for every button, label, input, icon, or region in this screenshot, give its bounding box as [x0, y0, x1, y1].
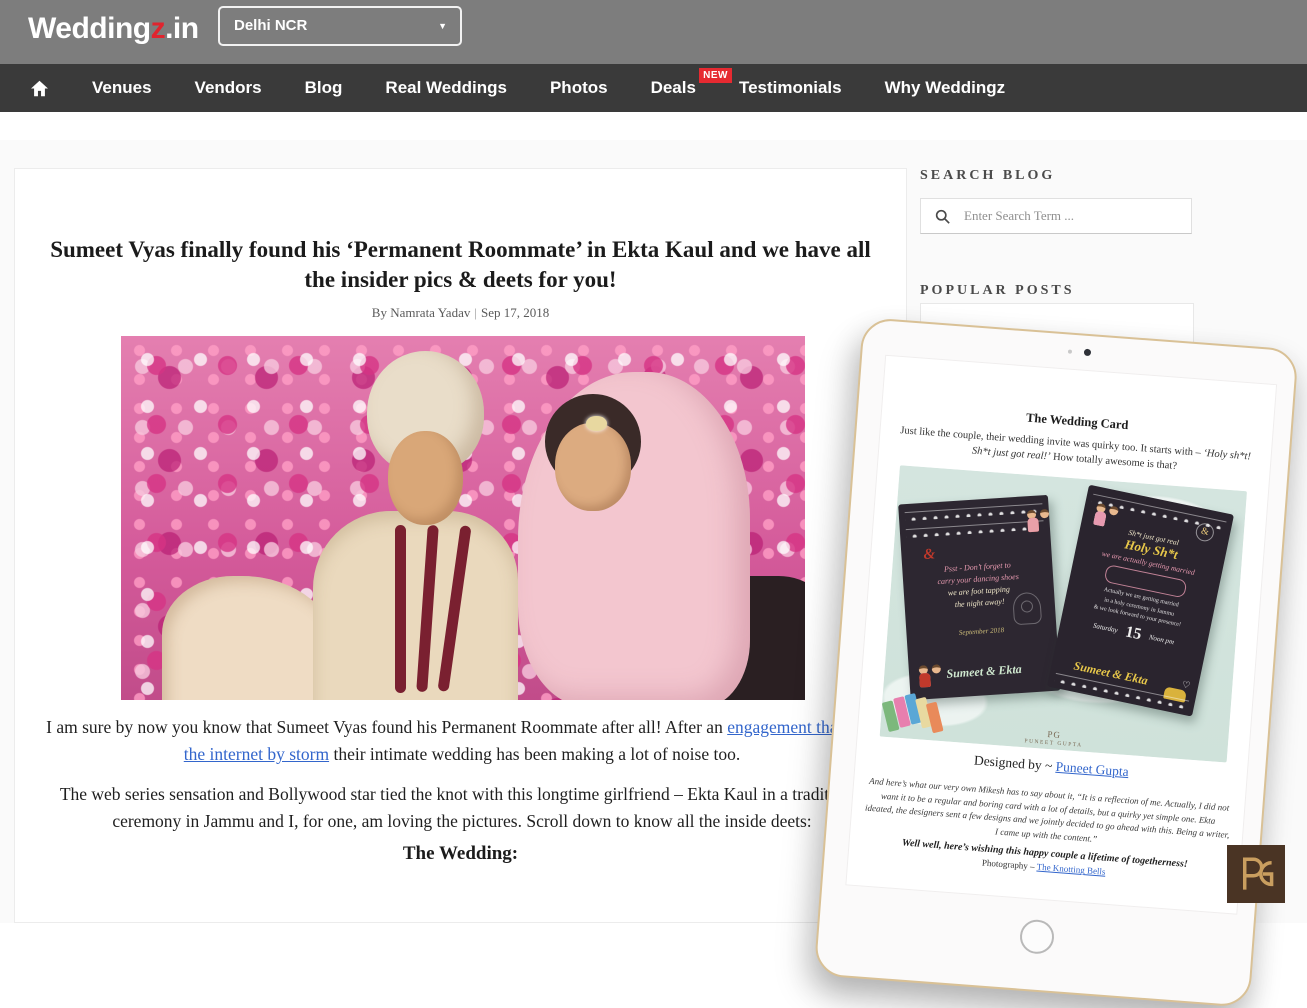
nav-item-real-weddings[interactable]: Real Weddings — [385, 78, 507, 98]
tablet-home-button — [1019, 919, 1055, 955]
site-header: Weddingz.in Delhi NCR ▼ — [0, 0, 1307, 64]
ampersand-monogram: & — [923, 547, 936, 565]
chevron-down-icon: ▼ — [438, 8, 447, 44]
designed-by-label: Designed by ~ — [973, 753, 1056, 774]
blog-search-box[interactable] — [920, 198, 1192, 234]
page-title: Sumeet Vyas finally found his ‘Permanent… — [36, 235, 886, 296]
search-icon — [935, 209, 950, 224]
invite-card-right: & Sh*t just got real Holy Sh*t we are ac… — [1047, 485, 1234, 717]
photo-bride-tikka-shape — [586, 416, 607, 431]
photography-label: Photography – — [982, 858, 1037, 872]
tablet-screen: The Wedding Card Just like the couple, t… — [845, 355, 1277, 915]
byline: By Namrata Yadav|Sep 17, 2018 — [15, 305, 906, 321]
search-input[interactable] — [962, 207, 1166, 225]
camera-icon — [1084, 349, 1092, 357]
nav-item-venues[interactable]: Venues — [92, 78, 152, 98]
sensor-dot — [1068, 349, 1072, 353]
city-selector-value: Delhi NCR — [234, 17, 307, 34]
nav-item-deals[interactable]: DealsNEW — [651, 78, 696, 98]
paragraph-text: I am sure by now you know that Sumeet Vy… — [46, 717, 727, 737]
photo-groom-face-shape — [388, 431, 463, 526]
blog-sidebar: SEARCH BLOG POPULAR POSTS — [920, 168, 1192, 184]
pg-monogram-icon — [1230, 848, 1282, 900]
article-paragraph-2: The web series sensation and Bollywood s… — [39, 781, 885, 835]
nav-item-testimonials[interactable]: Testimonials — [739, 78, 842, 98]
nav-item-deals-label: Deals — [651, 78, 696, 97]
pg-watermark — [1227, 845, 1285, 903]
section-heading-the-wedding: The Wedding: — [15, 843, 906, 865]
invite-card-left: & Psst - Don’t forget to carry your danc… — [898, 495, 1060, 700]
photo-groom-shape — [313, 511, 518, 700]
byline-separator: | — [470, 305, 481, 320]
tablet-mockup: The Wedding Card Just like the couple, t… — [814, 317, 1299, 1008]
byline-author[interactable]: By Namrata Yadav — [372, 305, 471, 320]
article-paragraph-1: I am sure by now you know that Sumeet Vy… — [39, 714, 885, 768]
logo-accent: z — [151, 12, 166, 45]
nav-item-blog[interactable]: Blog — [305, 78, 343, 98]
new-badge: NEW — [699, 68, 732, 83]
nav-item-why-weddingz[interactable]: Why Weddingz — [885, 78, 1006, 98]
string-lights — [905, 504, 1043, 522]
invite-left-names: Sumeet & Ekta — [909, 660, 1060, 685]
search-blog-heading: SEARCH BLOG — [920, 168, 1192, 184]
nav-item-photos[interactable]: Photos — [550, 78, 608, 98]
logo-text: Wedding — [28, 12, 151, 45]
site-logo[interactable]: Weddingz.in — [28, 12, 199, 46]
article-card: Sumeet Vyas finally found his ‘Permanent… — [14, 168, 907, 923]
main-navigation: Venues Vendors Blog Real Weddings Photos… — [0, 64, 1307, 112]
invite-left-date: September 2018 — [906, 623, 1056, 641]
puneet-gupta-link: Puneet Gupta — [1055, 759, 1129, 779]
photo-bride-face-shape — [555, 423, 630, 510]
string-lights — [906, 521, 1044, 539]
paragraph-text: their intimate wedding has been making a… — [329, 744, 740, 764]
knotting-bells-link: The Knotting Bells — [1036, 862, 1106, 877]
wedding-photo — [121, 336, 805, 700]
logo-suffix: .in — [165, 12, 199, 45]
gramophone-sketch — [1012, 592, 1042, 626]
photo-bead-strand — [395, 525, 406, 692]
nav-item-home[interactable] — [30, 80, 49, 97]
wedding-invite-image: & Psst - Don’t forget to carry your danc… — [880, 466, 1247, 763]
nav-item-vendors[interactable]: Vendors — [195, 78, 262, 98]
city-selector-dropdown[interactable]: Delhi NCR ▼ — [218, 6, 462, 46]
popular-posts-heading: POPULAR POSTS — [920, 283, 1075, 299]
home-icon — [30, 80, 49, 97]
byline-date: Sep 17, 2018 — [481, 305, 549, 320]
